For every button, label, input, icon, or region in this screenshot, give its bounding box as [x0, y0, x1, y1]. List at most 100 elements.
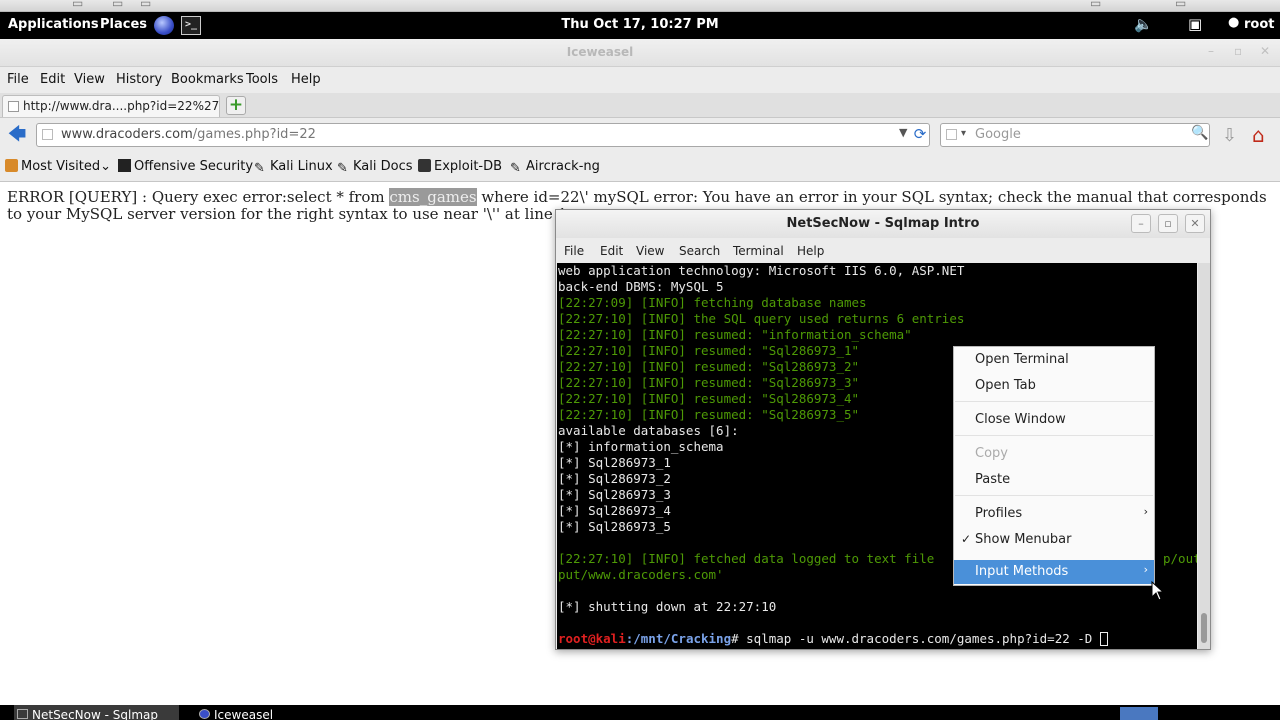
search-icon[interactable]: 🔍: [1191, 125, 1208, 141]
terminal-output-line: [*] shutting down at 22:27:10: [558, 599, 777, 614]
workspace-switcher[interactable]: [1120, 707, 1158, 720]
context-menu-label: Show Menubar: [975, 532, 1072, 547]
menu-bookmarks[interactable]: Bookmarks: [171, 72, 244, 87]
taskbar-item-terminal[interactable]: NetSecNow - Sqlmap: [14, 705, 179, 720]
back-arrow-icon[interactable]: 🡄: [6, 124, 28, 146]
terminal-output-line: [*] Sql286973_1: [558, 455, 671, 470]
prompt-user: root@kali: [558, 631, 626, 646]
iceweasel-launcher-icon[interactable]: [154, 16, 174, 35]
check-icon: ✓: [961, 532, 972, 546]
terminal-menu-terminal[interactable]: Terminal: [733, 244, 784, 258]
context-menu-item-input-methods[interactable]: Input Methods ›: [954, 560, 1154, 584]
terminal-line-tail: p/out: [1163, 551, 1197, 566]
terminal-prompt[interactable]: root@kali:/mnt/Cracking# sqlmap -u www.d…: [558, 631, 1108, 647]
chevron-right-icon: ›: [1143, 505, 1148, 518]
terminal-scrollbar[interactable]: [1198, 263, 1210, 649]
bookmark-offensive-security[interactable]: Offensive Security: [118, 159, 253, 174]
url-bar[interactable]: www.dracoders.com/games.php?id=22 ▼ ⟳: [36, 123, 930, 147]
panel-clock[interactable]: Thu Oct 17, 10:27 PM: [561, 17, 718, 32]
close-icon[interactable]: ✕: [1260, 44, 1270, 58]
context-menu-item-open-tab[interactable]: Open Tab: [954, 374, 1154, 398]
terminal-output-line: [*] Sql286973_2: [558, 471, 671, 486]
text-cursor: [1099, 632, 1108, 646]
chat-icon[interactable]: ●: [1228, 15, 1239, 30]
context-menu-label: Profiles: [975, 506, 1023, 521]
terminal-title[interactable]: NetSecNow - Sqlmap Intro: [556, 210, 1210, 238]
bookmark-exploit-db[interactable]: Exploit-DB: [418, 159, 502, 174]
terminal-output-line: [*] information_schema: [558, 439, 724, 454]
terminal-icon: [17, 709, 28, 719]
download-icon[interactable]: ⇩: [1222, 125, 1237, 146]
context-menu-label: Paste: [975, 472, 1011, 487]
close-icon[interactable]: ✕: [1185, 214, 1205, 233]
reload-icon[interactable]: ⟳: [911, 125, 929, 143]
bookmark-aircrack-ng[interactable]: ✎ Aircrack-ng: [510, 159, 600, 176]
chevron-down-icon[interactable]: ▼: [899, 126, 907, 139]
minimize-icon[interactable]: –: [1208, 44, 1214, 58]
menu-edit[interactable]: Edit: [40, 72, 65, 87]
terminal-output-line: available databases [6]:: [558, 423, 739, 438]
terminal-menu-search[interactable]: Search: [679, 244, 720, 258]
error-highlight: cms_games: [389, 188, 477, 206]
terminal-menu-edit[interactable]: Edit: [600, 244, 623, 258]
toolbar-icon: ▭: [1090, 0, 1102, 10]
menu-tools[interactable]: Tools: [246, 72, 278, 87]
bookmark-kali-docs[interactable]: ✎ Kali Docs: [337, 159, 413, 176]
network-icon[interactable]: ▣: [1188, 15, 1202, 33]
search-placeholder: Google: [975, 127, 1021, 142]
context-menu-item-close-window[interactable]: Close Window: [954, 408, 1154, 432]
browser-tab[interactable]: http://www.dra....php?id=22%27: [2, 95, 220, 117]
terminal-launcher-icon[interactable]: >_: [181, 16, 201, 35]
search-engine-icon[interactable]: [946, 129, 957, 140]
volume-icon[interactable]: 🔈: [1134, 15, 1153, 33]
context-menu-label: Close Window: [975, 412, 1066, 427]
terminal-output-line: [22:27:10] [INFO] resumed: "information_…: [558, 327, 912, 342]
chevron-down-icon: ⌄: [100, 159, 112, 174]
context-menu-label: Copy: [975, 446, 1008, 461]
url-host: www.dracoders.com: [61, 127, 193, 142]
navigation-bar: 🡄 www.dracoders.com/games.php?id=22 ▼ ⟳ …: [0, 118, 1280, 152]
chevron-down-icon[interactable]: ▾: [961, 128, 966, 139]
context-menu-item-open-terminal[interactable]: Open Terminal: [954, 348, 1154, 372]
bookmark-kali-linux[interactable]: ✎ Kali Linux: [254, 159, 333, 176]
terminal-output-line: [*] Sql286973_3: [558, 487, 671, 502]
bookmark-label: Kali Linux: [270, 159, 333, 174]
context-menu-item-show-menubar[interactable]: ✓ Show Menubar: [954, 528, 1154, 552]
site-identity-icon[interactable]: [42, 129, 53, 140]
chevron-right-icon: ›: [1143, 563, 1148, 576]
prompt-path: :/mnt/Cracking: [625, 631, 732, 646]
bookmark-label: Kali Docs: [353, 159, 413, 174]
error-text: ERROR [QUERY] : Query exec error:select …: [7, 188, 390, 206]
tab-title: http://www.dra....php?id=22%27: [23, 99, 220, 113]
terminal-menu-help[interactable]: Help: [797, 244, 824, 258]
bookmark-label: Exploit-DB: [434, 159, 503, 174]
user-menu[interactable]: root: [1244, 17, 1275, 32]
minimize-icon[interactable]: –: [1131, 214, 1151, 233]
menu-help[interactable]: Help: [291, 72, 321, 87]
terminal-menu-file[interactable]: File: [564, 244, 584, 258]
terminal-menu-view[interactable]: View: [636, 244, 664, 258]
context-menu-item-copy: Copy: [954, 442, 1154, 466]
iceweasel-icon: [199, 709, 210, 719]
browser-titlebar[interactable]: Iceweasel – ▫ ✕: [0, 39, 1280, 67]
context-menu-item-paste[interactable]: Paste: [954, 468, 1154, 492]
menu-history[interactable]: History: [116, 72, 162, 87]
terminal-output-line: [22:27:10] [INFO] resumed: "Sql286973_3": [558, 375, 860, 390]
new-tab-button[interactable]: +: [226, 96, 246, 115]
url-path: /games.php?id=22: [192, 127, 316, 142]
bookmark-most-visited[interactable]: Most Visited⌄: [5, 159, 111, 174]
home-icon[interactable]: ⌂: [1252, 123, 1265, 147]
taskbar-item-browser[interactable]: Iceweasel: [196, 705, 336, 720]
browser-menubar: File Edit View History Bookmarks Tools H…: [0, 67, 1280, 93]
menu-file[interactable]: File: [7, 72, 29, 87]
places-menu[interactable]: Places: [100, 17, 147, 32]
maximize-icon[interactable]: ▫: [1234, 44, 1242, 58]
context-menu-item-profiles[interactable]: Profiles ›: [954, 502, 1154, 526]
kali-dragon-icon: ✎: [337, 161, 348, 176]
maximize-icon[interactable]: ▫: [1158, 214, 1178, 233]
applications-menu[interactable]: Applications: [8, 17, 99, 32]
search-bar[interactable]: ▾ Google 🔍: [940, 123, 1210, 147]
scrollbar-thumb[interactable]: [1201, 613, 1207, 643]
menu-view[interactable]: View: [74, 72, 105, 87]
bottom-taskbar: NetSecNow - Sqlmap Iceweasel: [0, 705, 1280, 720]
